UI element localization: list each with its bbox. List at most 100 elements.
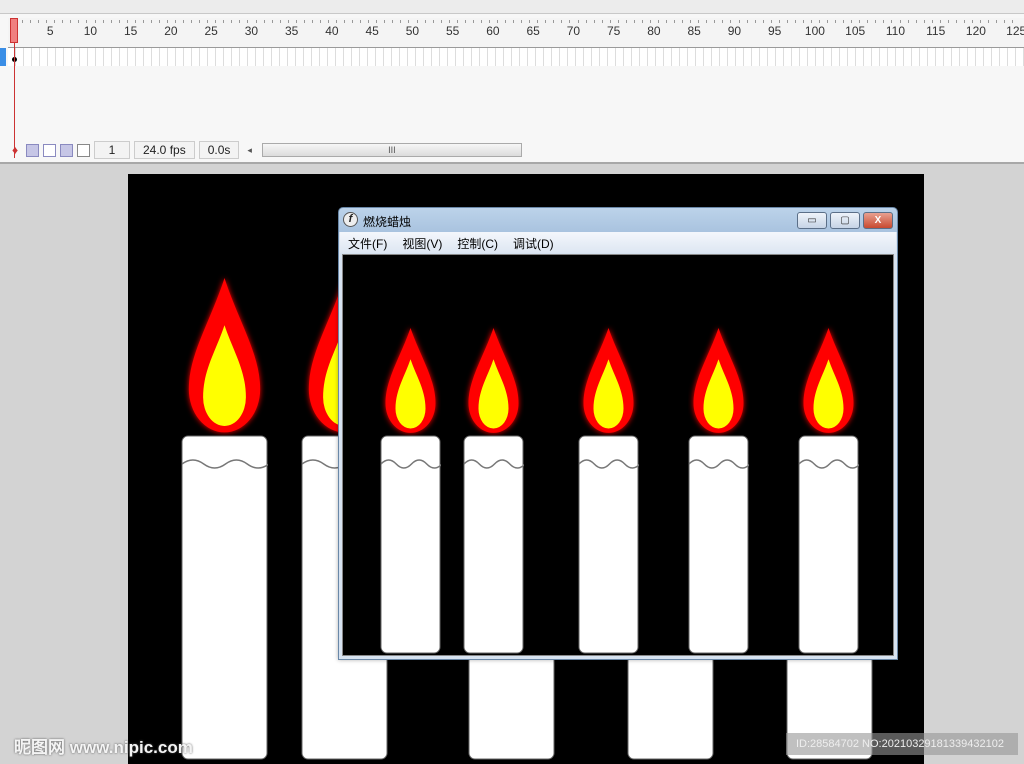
menu-control[interactable]: 控制(C) (449, 232, 505, 253)
ruler-tick (30, 20, 32, 23)
ruler-tick (54, 20, 56, 23)
ruler-tick (480, 20, 482, 23)
ruler-tick (311, 20, 313, 23)
ruler-tick (344, 20, 346, 23)
ruler-tick (22, 20, 24, 23)
ruler-tick (223, 20, 225, 23)
menu-file[interactable]: 文件(F) (340, 232, 394, 253)
ruler-label: 40 (325, 24, 339, 38)
ruler-tick (545, 20, 547, 23)
ruler-tick (432, 20, 434, 23)
ruler-tick (70, 20, 72, 23)
ruler-tick (319, 20, 321, 23)
ruler-tick (875, 20, 877, 23)
horizontal-scrollbar[interactable]: III (261, 143, 522, 157)
ruler-tick (988, 20, 990, 23)
ruler-label: 95 (768, 24, 782, 38)
flame (468, 328, 519, 433)
frame-rate[interactable]: 24.0 fps (134, 141, 195, 159)
ruler-label: 125 (1006, 24, 1024, 38)
ruler-tick (38, 20, 40, 23)
current-frame: 1 (94, 141, 130, 159)
ruler-label: 50 (405, 24, 420, 38)
candle-body (798, 435, 859, 654)
onion-skin-outlines-icon[interactable] (43, 143, 56, 157)
ruler-tick (392, 20, 394, 23)
menu-debug[interactable]: 调试(D) (505, 232, 561, 253)
candle-body (380, 435, 441, 654)
ruler-tick (78, 20, 80, 23)
maximize-button[interactable]: ▢ (830, 212, 860, 229)
flame (188, 278, 261, 433)
flame (583, 328, 634, 433)
ruler-tick (158, 20, 160, 23)
top-strip (0, 0, 1024, 14)
watermark-logo: 昵图网 www.nipic.com (14, 738, 193, 757)
scroll-left-icon[interactable]: ◂ (247, 145, 252, 156)
onion-skin-icon[interactable] (26, 143, 39, 157)
flame (385, 328, 436, 433)
ruler-tick (231, 20, 233, 23)
ruler-tick (955, 20, 957, 23)
ruler-tick (593, 20, 595, 23)
layer-selected-indicator[interactable] (0, 48, 6, 66)
ruler-label: 60 (486, 24, 500, 38)
ruler-label: 5 (46, 24, 54, 38)
ruler-tick (110, 20, 112, 23)
ruler-tick (191, 20, 193, 23)
ruler-tick (907, 20, 909, 23)
edit-multiple-frames-icon[interactable] (60, 143, 73, 157)
candle-body (463, 435, 524, 654)
playhead[interactable] (10, 18, 18, 43)
center-frame-icon[interactable]: ♦ (8, 143, 22, 157)
flash-player-icon: f (343, 212, 358, 227)
candle (380, 328, 441, 654)
frame-ruler[interactable]: 1510152025303540455055606570758085909510… (8, 18, 1024, 48)
ruler-tick (722, 20, 724, 23)
ruler-tick (923, 20, 925, 23)
ruler-label: 80 (647, 24, 661, 38)
ruler-tick (400, 20, 402, 23)
ruler-tick (303, 20, 305, 23)
timeline-panel: 1510152025303540455055606570758085909510… (0, 14, 1024, 164)
ruler-tick (142, 20, 144, 23)
ruler-label: 110 (885, 24, 906, 38)
ruler-tick (947, 20, 949, 23)
ruler-label: 115 (926, 24, 946, 38)
ruler-tick (150, 20, 152, 23)
ruler-tick (239, 20, 241, 23)
ruler-tick (424, 20, 426, 23)
modify-onion-markers-icon[interactable] (77, 143, 90, 157)
ruler-tick (352, 20, 354, 23)
ruler-tick (585, 20, 587, 23)
ruler-label: 25 (204, 24, 218, 38)
layer-frames-row[interactable] (8, 48, 1024, 66)
title-bar[interactable]: f 燃烧蜡烛 ▭ ▢ X (339, 208, 897, 232)
close-button[interactable]: X (863, 212, 893, 229)
minimize-button[interactable]: ▭ (797, 212, 827, 229)
ruler-tick (183, 20, 185, 23)
ruler-tick (199, 20, 201, 23)
ruler-tick (102, 20, 104, 23)
flame (693, 328, 744, 433)
ruler-label: 30 (244, 24, 259, 38)
ruler-tick (553, 20, 555, 23)
flame (803, 328, 854, 433)
ruler-tick (505, 20, 507, 23)
ruler-tick (1004, 20, 1006, 23)
ruler-tick (513, 20, 515, 23)
player-content (342, 254, 894, 656)
ruler-tick (384, 20, 386, 23)
ruler-tick (561, 20, 563, 23)
ruler-tick (118, 20, 120, 23)
candle (578, 328, 639, 654)
ruler-label: 10 (83, 24, 98, 38)
ruler-label: 35 (285, 24, 299, 38)
candle-body (181, 435, 268, 760)
ruler-label: 105 (845, 24, 866, 38)
ruler-tick (714, 20, 716, 23)
ruler-label: 20 (164, 24, 178, 38)
candle-body (578, 435, 639, 654)
ruler-tick (682, 20, 684, 23)
menu-view[interactable]: 视图(V) (394, 232, 449, 253)
